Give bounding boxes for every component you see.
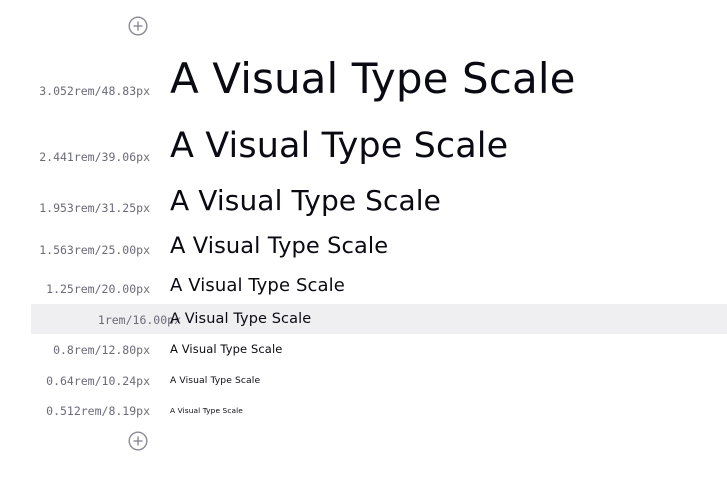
size-label: 1rem/16.00px bbox=[97, 313, 181, 327]
size-label: 0.8rem/12.80px bbox=[53, 343, 150, 357]
add-larger-step-button[interactable] bbox=[128, 16, 148, 36]
size-label: 1.563rem/25.00px bbox=[39, 243, 150, 257]
size-label: 1.953rem/31.25px bbox=[39, 201, 150, 215]
plus-circle-icon bbox=[128, 16, 148, 36]
sample-text: A Visual Type Scale bbox=[170, 184, 441, 217]
sample-text: A Visual Type Scale bbox=[170, 375, 261, 386]
plus-circle-icon bbox=[128, 431, 148, 451]
size-label: 1.25rem/20.00px bbox=[46, 282, 150, 296]
scale-row[interactable]: 2.441rem/39.06px A Visual Type Scale bbox=[0, 124, 727, 168]
sample-text: A Visual Type Scale bbox=[170, 342, 283, 356]
scale-row[interactable]: 1.25rem/20.00px A Visual Type Scale bbox=[0, 274, 727, 300]
scale-row[interactable]: 1.953rem/31.25px A Visual Type Scale bbox=[0, 184, 727, 220]
scale-row[interactable]: 0.512rem/8.19px A Visual Type Scale bbox=[0, 401, 727, 421]
sample-text: A Visual Type Scale bbox=[170, 275, 345, 296]
sample-text: A Visual Type Scale bbox=[170, 406, 243, 415]
scale-row[interactable]: 3.052rem/48.83px A Visual Type Scale bbox=[0, 54, 727, 104]
scale-row[interactable]: 0.64rem/10.24px A Visual Type Scale bbox=[0, 371, 727, 391]
scale-row-base[interactable]: 1rem/16.00px A Visual Type Scale bbox=[31, 304, 727, 334]
sample-text: A Visual Type Scale bbox=[170, 54, 576, 103]
sample-text: A Visual Type Scale bbox=[170, 311, 312, 327]
sample-text: A Visual Type Scale bbox=[170, 126, 509, 166]
add-smaller-step-button[interactable] bbox=[128, 431, 148, 451]
size-label: 0.64rem/10.24px bbox=[46, 374, 150, 388]
size-label: 2.441rem/39.06px bbox=[39, 150, 150, 164]
sample-text: A Visual Type Scale bbox=[170, 233, 389, 259]
size-label: 3.052rem/48.83px bbox=[39, 84, 150, 98]
scale-row[interactable]: 0.8rem/12.80px A Visual Type Scale bbox=[0, 340, 727, 360]
scale-row[interactable]: 1.563rem/25.00px A Visual Type Scale bbox=[0, 232, 727, 262]
size-label: 0.512rem/8.19px bbox=[46, 404, 150, 418]
